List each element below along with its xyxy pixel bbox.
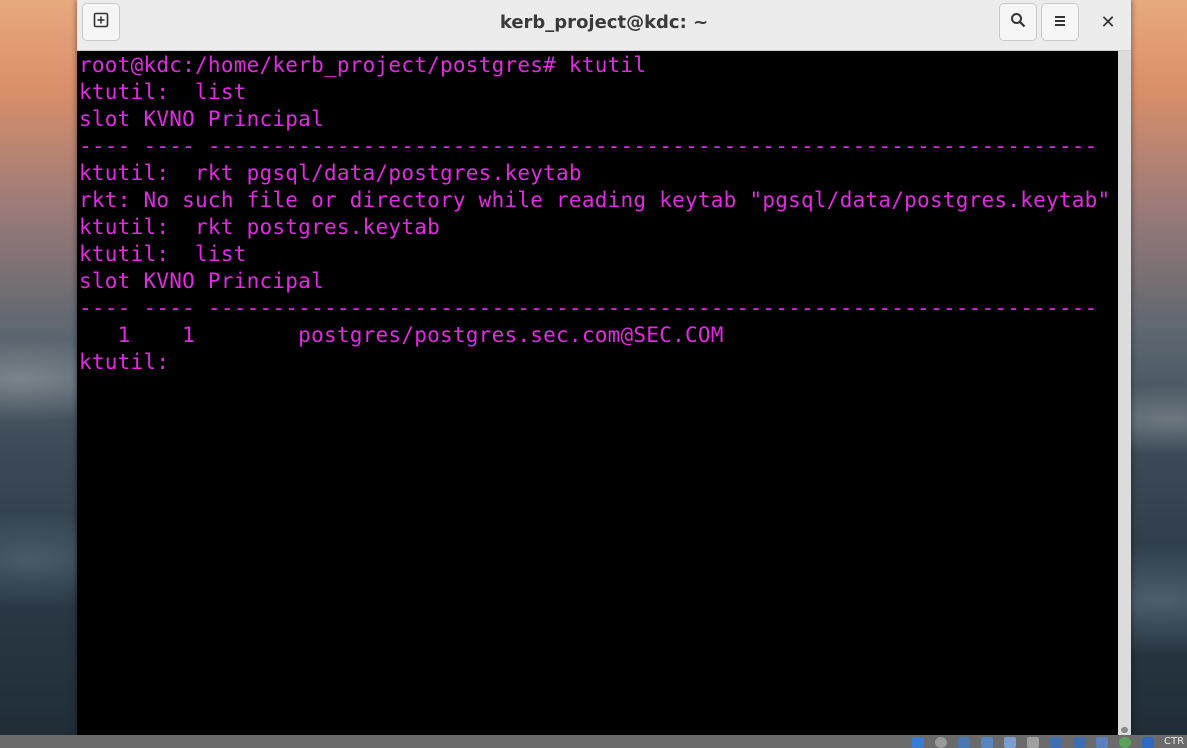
close-icon: ✕	[1100, 11, 1116, 33]
terminal-window: kerb_project@kdc: ~ ✕ root@kdc:/home/ker…	[77, 0, 1131, 735]
download-icon[interactable]	[1142, 737, 1154, 748]
search-button[interactable]	[999, 3, 1037, 41]
vrde-icon[interactable]	[1096, 737, 1108, 748]
terminal-line: ktutil: list	[79, 242, 247, 266]
scrollbar-thumb[interactable]	[1121, 727, 1128, 733]
terminal-output[interactable]: root@kdc:/home/kerb_project/postgres# kt…	[77, 51, 1118, 735]
search-icon	[1010, 12, 1026, 32]
optical-drive-icon[interactable]	[935, 737, 947, 748]
terminal-scrollbar[interactable]	[1118, 51, 1131, 735]
host-key-label: CTR	[1164, 736, 1185, 747]
terminal-prompt: ktutil:	[79, 350, 183, 374]
terminal-line: root@kdc:/home/kerb_project/postgres# kt…	[79, 53, 647, 77]
close-button[interactable]: ✕	[1089, 3, 1127, 41]
menu-button[interactable]	[1041, 3, 1079, 41]
new-tab-button[interactable]	[82, 3, 120, 41]
terminal-line: ktutil: list	[79, 80, 247, 104]
terminal-line: ktutil: rkt pgsql/data/postgres.keytab	[79, 161, 582, 185]
terminal-line: 1 1 postgres/postgres.sec.com@SEC.COM	[79, 323, 724, 347]
shared-folder-icon[interactable]	[981, 737, 993, 748]
network-icon[interactable]	[912, 737, 924, 748]
terminal-line: ---- ---- ------------------------------…	[79, 134, 1098, 158]
host-taskbar: CTR	[0, 735, 1187, 748]
terminal-line: ---- ---- ------------------------------…	[79, 296, 1098, 320]
window-title: kerb_project@kdc: ~	[499, 12, 709, 33]
terminal-line: rkt: No such file or directory while rea…	[79, 188, 1111, 212]
terminal-line: ktutil: rkt postgres.keytab	[79, 215, 441, 239]
display-icon[interactable]	[1004, 737, 1016, 748]
hamburger-menu-icon	[1053, 13, 1067, 32]
screen-icon[interactable]	[1050, 737, 1062, 748]
window-icon[interactable]	[1073, 737, 1085, 748]
new-tab-icon	[93, 12, 109, 32]
titlebar: kerb_project@kdc: ~ ✕	[77, 0, 1131, 51]
status-icon[interactable]	[1119, 737, 1131, 748]
terminal-line: slot KVNO Principal	[79, 269, 324, 293]
usb-icon[interactable]	[958, 737, 970, 748]
terminal-line: slot KVNO Principal	[79, 107, 324, 131]
storage-icon[interactable]	[1027, 737, 1039, 748]
